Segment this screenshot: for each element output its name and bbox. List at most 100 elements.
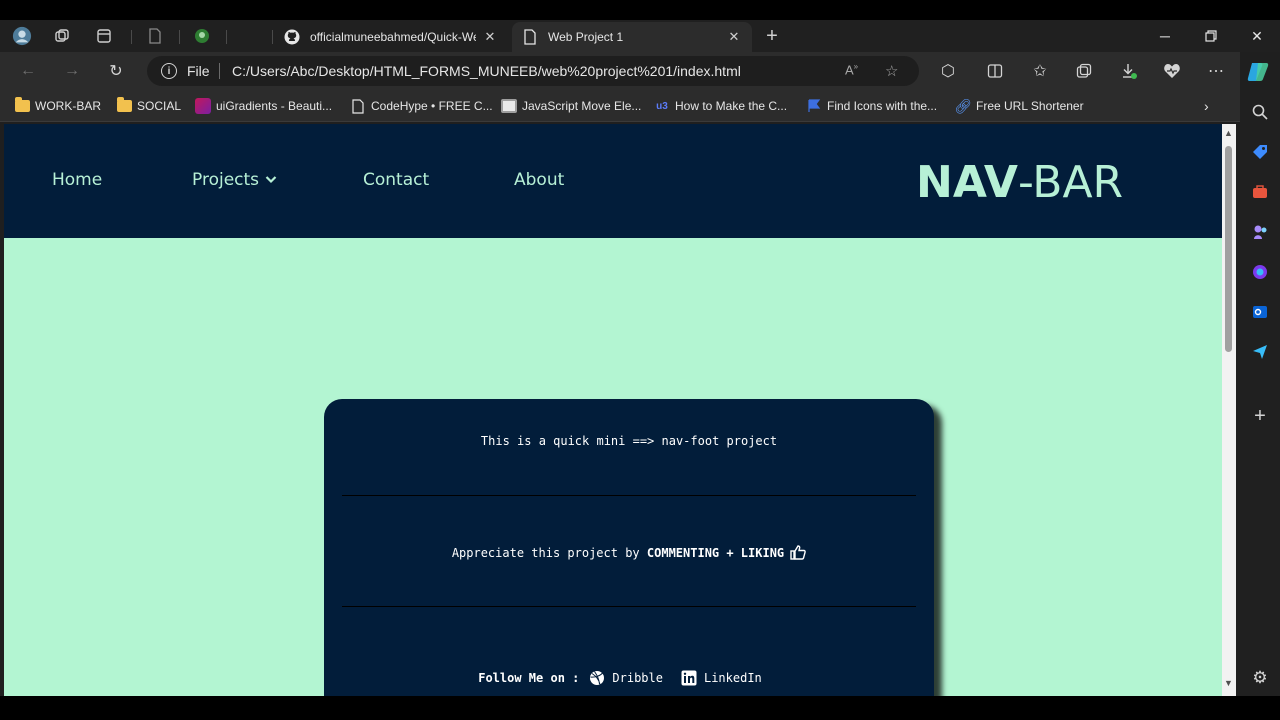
address-divider (219, 63, 220, 79)
more-menu-icon[interactable]: ⋯ (1206, 61, 1226, 81)
bookmark-uigradients[interactable]: uiGradients - Beauti... (195, 97, 332, 115)
new-tab-icon[interactable]: + (762, 25, 782, 47)
scrollbar-thumb[interactable] (1225, 146, 1232, 352)
read-aloud-icon[interactable]: A» (845, 62, 858, 77)
nav-link-projects[interactable]: Projects (192, 170, 277, 190)
bookmark-folder-work-bar[interactable]: WORK-BAR (14, 97, 101, 115)
appreciate-prefix: Appreciate this project by (451, 545, 640, 560)
forward-icon[interactable]: → (62, 61, 82, 81)
pinned-tab-green-icon[interactable] (192, 26, 212, 46)
site-navbar: Home Projects Contact About NAV-BAR (4, 124, 1222, 238)
bookmark-folder-social[interactable]: SOCIAL (116, 97, 181, 115)
settings-gear-icon[interactable]: ⚙ (1250, 668, 1270, 688)
tools-briefcase-icon[interactable] (1250, 182, 1270, 202)
browser-toolbar: ← → ↻ i File C:/Users/Abc/Desktop/HTML_F… (0, 52, 1240, 90)
bookmark-label: Find Icons with the... (827, 99, 938, 113)
address-bar[interactable]: i File C:/Users/Abc/Desktop/HTML_FORMS_M… (147, 56, 919, 86)
browser-essentials-icon[interactable] (1162, 61, 1182, 81)
close-tab-icon[interactable]: ✕ (482, 29, 498, 45)
microsoft-365-icon[interactable] (1250, 262, 1270, 282)
extensions-icon[interactable]: ⬡ (938, 61, 958, 81)
favorites-icon[interactable]: ✩ (1030, 61, 1050, 81)
dribbble-icon (589, 670, 605, 686)
bookmark-label: WORK-BAR (35, 99, 101, 113)
nav-link-about[interactable]: About (514, 170, 564, 190)
split-screen-icon[interactable] (985, 61, 1005, 81)
tab-github[interactable]: officialmuneebahmed/Quick-Web ✕ (274, 22, 508, 52)
scheme-label: File (187, 63, 210, 79)
favorite-star-icon[interactable]: ☆ (885, 62, 898, 80)
downloads-icon[interactable] (1119, 61, 1139, 81)
dribbble-link[interactable]: Dribble (589, 670, 663, 686)
screen-top-edge (0, 0, 1280, 20)
thumbs-up-icon (790, 545, 806, 560)
games-icon[interactable] (1250, 222, 1270, 242)
bookmark-javascript-move[interactable]: JavaScript Move Ele... (501, 97, 641, 115)
page-icon (522, 29, 538, 45)
copilot-icon[interactable] (1246, 60, 1270, 84)
bookmark-label: Free URL Shortener (976, 99, 1084, 113)
tab-actions-icon[interactable] (94, 26, 114, 46)
back-icon[interactable]: ← (18, 61, 38, 81)
outlook-icon[interactable] (1250, 302, 1270, 322)
search-icon[interactable] (1250, 102, 1270, 122)
bookmark-how-to-make[interactable]: u3 How to Make the C... (654, 97, 787, 115)
follow-label: Follow Me on : (478, 671, 580, 685)
page-viewport: Home Projects Contact About NAV-BAR This… (4, 124, 1222, 696)
github-icon (284, 29, 300, 45)
close-window-icon[interactable]: ✕ (1246, 26, 1268, 46)
nav-link-label: Contact (363, 170, 430, 190)
tab-separator (272, 30, 273, 44)
image-thumbnail-icon (501, 98, 517, 114)
bookmark-free-url-shortener[interactable]: 🔗︎ Free URL Shortener (954, 97, 1084, 115)
bookmark-codehype[interactable]: CodeHype • FREE C... (350, 97, 493, 115)
nav-link-label: Home (52, 170, 103, 190)
bookmark-label: CodeHype • FREE C... (371, 99, 493, 113)
linkedin-label: LinkedIn (703, 671, 762, 685)
bookmark-label: How to Make the C... (675, 99, 788, 113)
logo-light-text: -BAR (1017, 157, 1124, 208)
tab-separator (226, 30, 227, 44)
tab-separator (179, 30, 180, 44)
site-logo[interactable]: NAV-BAR (916, 157, 1123, 208)
w3-icon: u3 (656, 100, 668, 112)
nav-link-label: Projects (192, 170, 260, 190)
scroll-down-arrow-icon[interactable]: ▼ (1224, 678, 1233, 688)
chevron-down-icon (265, 173, 277, 187)
minimize-icon[interactable]: ─ (1154, 26, 1176, 46)
nav-link-contact[interactable]: Contact (363, 170, 429, 190)
linkedin-link[interactable]: LinkedIn (681, 670, 762, 686)
bookmark-label: SOCIAL (137, 99, 182, 113)
shopping-tag-icon[interactable] (1250, 142, 1270, 162)
follow-row: Follow Me on : Dribble LinkedIn (324, 670, 934, 686)
scroll-up-arrow-icon[interactable]: ▲ (1224, 128, 1233, 138)
bookmark-find-icons[interactable]: Find Icons with the... (806, 97, 937, 115)
profile-avatar-icon[interactable] (12, 26, 32, 46)
browser-window: officialmuneebahmed/Quick-Web ✕ Web Proj… (0, 0, 1280, 720)
collections-icon[interactable] (1074, 61, 1094, 81)
tab-web-project[interactable]: Web Project 1 ✕ (512, 22, 752, 52)
flag-icon (806, 98, 822, 114)
tab-title: Web Project 1 (548, 30, 624, 44)
close-tab-icon[interactable]: ✕ (726, 29, 742, 45)
card-intro-text: This is a quick mini ==> nav-foot projec… (480, 434, 778, 448)
tab-strip: officialmuneebahmed/Quick-Web ✕ Web Proj… (0, 20, 1280, 52)
url-text[interactable]: C:/Users/Abc/Desktop/HTML_FORMS_MUNEEB/w… (232, 63, 741, 79)
refresh-icon[interactable]: ↻ (106, 61, 126, 81)
site-info-icon[interactable]: i (161, 63, 177, 79)
bookmark-label: JavaScript Move Ele... (522, 99, 642, 113)
logo-bold-text: NAV (916, 157, 1018, 208)
send-icon[interactable] (1250, 342, 1270, 362)
nav-link-home[interactable]: Home (52, 170, 102, 190)
folder-icon (14, 97, 30, 114)
add-sidebar-app-icon[interactable]: + (1250, 405, 1270, 427)
card-divider (342, 495, 916, 496)
workspaces-icon[interactable] (52, 26, 72, 46)
page-scrollbar[interactable]: ▲ ▼ (1222, 124, 1236, 696)
tab-title: officialmuneebahmed/Quick-Web (310, 30, 476, 44)
pinned-tab-page-icon[interactable] (145, 26, 165, 46)
page-icon (350, 98, 366, 114)
footer-card: This is a quick mini ==> nav-foot projec… (324, 399, 934, 696)
restore-icon[interactable] (1200, 26, 1222, 46)
more-bookmarks-chevron-icon[interactable]: › (1204, 97, 1209, 115)
